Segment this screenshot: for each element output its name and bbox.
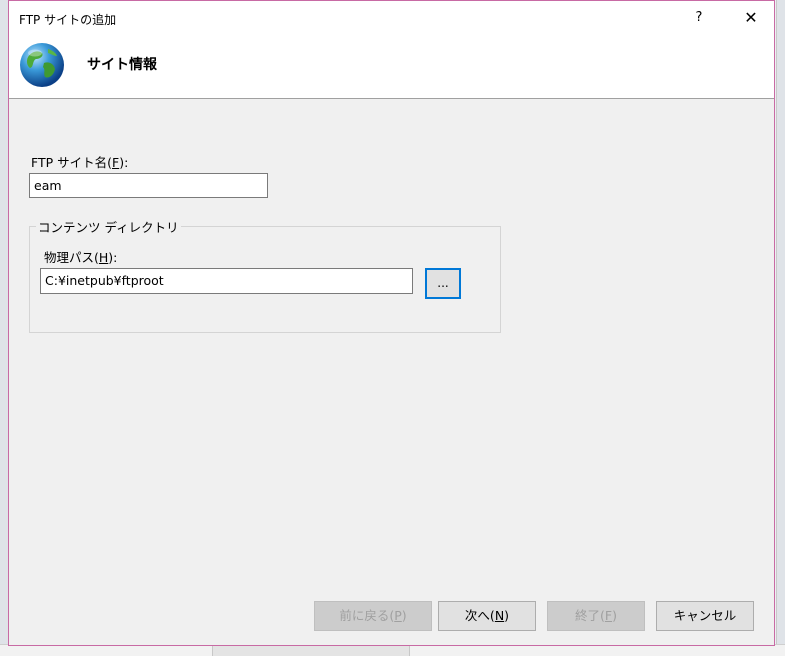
physical-path-label: 物理パス(H): <box>44 250 118 265</box>
background-panel <box>212 645 410 656</box>
browse-button[interactable]: ... <box>425 268 461 299</box>
globe-icon <box>20 43 64 87</box>
page-title: サイト情報 <box>87 57 157 73</box>
add-ftp-site-dialog: FTP サイトの追加 ? ✕ サイト情報 FTP サイト名(F): eam コン… <box>8 0 775 646</box>
window-title: FTP サイトの追加 <box>19 13 117 27</box>
help-button[interactable]: ? <box>684 7 714 29</box>
wizard-header: サイト情報 <box>9 36 774 99</box>
next-button[interactable]: 次へ(N) <box>438 601 536 631</box>
site-name-input[interactable]: eam <box>29 173 268 198</box>
title-bar: FTP サイトの追加 ? ✕ <box>9 1 774 36</box>
site-name-label: FTP サイト名(F): <box>31 155 129 170</box>
physical-path-input[interactable]: C:¥inetpub¥ftproot <box>40 268 413 294</box>
cancel-button[interactable]: キャンセル <box>656 601 754 631</box>
back-button[interactable]: 前に戻る(P) <box>314 601 432 631</box>
finish-button[interactable]: 終了(F) <box>547 601 645 631</box>
close-button[interactable]: ✕ <box>736 7 766 29</box>
background-right-strip <box>776 0 785 655</box>
content-directory-legend: コンテンツ ディレクトリ <box>36 217 181 236</box>
